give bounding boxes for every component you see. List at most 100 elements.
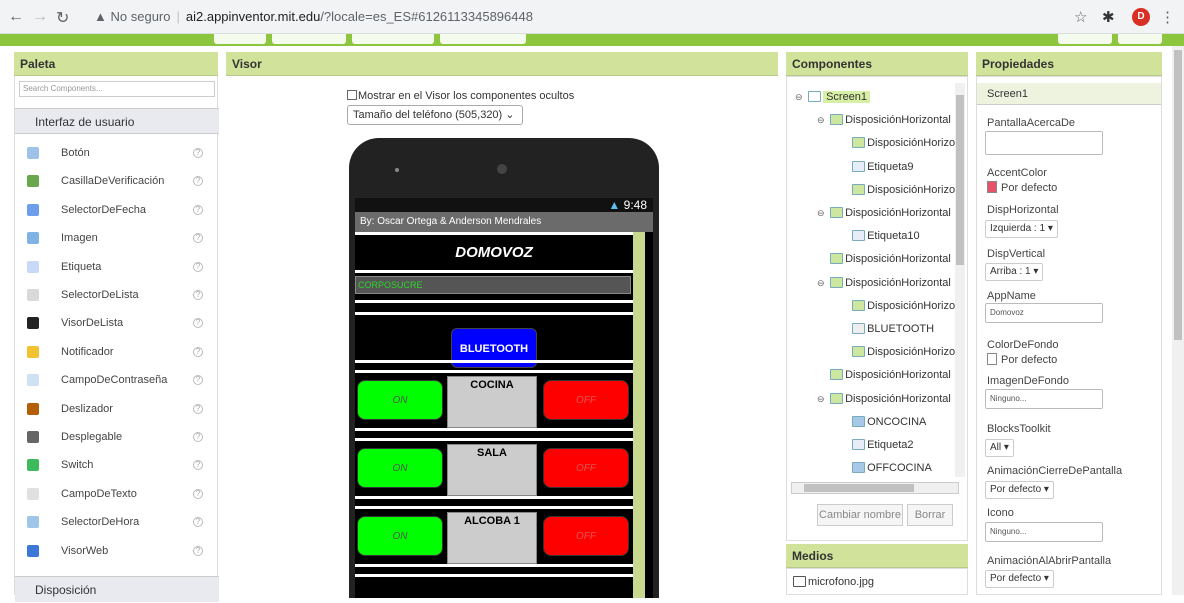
- palette-item[interactable]: CampoDeTexto?: [15, 481, 219, 509]
- tree-node[interactable]: BLUETOOTH: [839, 321, 934, 337]
- about-textarea[interactable]: [985, 131, 1103, 155]
- tree-node[interactable]: ⊖ Screen1: [795, 89, 871, 105]
- blocks-dropdown[interactable]: All ▾: [985, 439, 1014, 457]
- address-bar[interactable]: ▲ No seguro | ai2.appinventor.mit.edu/?loc…: [94, 5, 1134, 29]
- appname-input[interactable]: Domovoz: [985, 303, 1103, 323]
- show-hidden-checkbox[interactable]: Mostrar en el Visor los componentes ocul…: [347, 90, 574, 102]
- extension-icon[interactable]: ✱: [1102, 8, 1115, 26]
- tree-node[interactable]: DisposiciónHorizon: [839, 298, 961, 314]
- valign-dropdown[interactable]: Arriba : 1 ▾: [985, 263, 1044, 281]
- palette-item[interactable]: SelectorDeLista?: [15, 282, 219, 310]
- palette-item[interactable]: Notificador?: [15, 339, 219, 367]
- on-button[interactable]: ON: [357, 380, 443, 420]
- tree-horizontal-scrollbar[interactable]: [791, 482, 959, 494]
- tree-node[interactable]: DisposiciónHorizontal: [817, 251, 951, 267]
- toolbar-button[interactable]: [214, 34, 266, 44]
- tree-node[interactable]: OFFCOCINA: [839, 460, 932, 476]
- palette-item[interactable]: Botón?: [15, 140, 219, 168]
- collapse-icon[interactable]: ⊖: [817, 275, 827, 291]
- palette-item[interactable]: Etiqueta?: [15, 254, 219, 282]
- open-anim-dropdown[interactable]: Por defecto ▾: [985, 570, 1054, 588]
- help-icon[interactable]: ?: [193, 432, 203, 442]
- tree-node[interactable]: Etiqueta10: [839, 228, 920, 244]
- palette-category[interactable]: Interfaz de usuario: [15, 108, 219, 134]
- help-icon[interactable]: ?: [193, 460, 203, 471]
- help-icon[interactable]: ?: [193, 488, 203, 499]
- accent-value[interactable]: Por defecto: [987, 181, 1057, 194]
- forward-icon[interactable]: →: [32, 8, 48, 26]
- icon-input[interactable]: Ninguno...: [985, 522, 1103, 542]
- help-icon[interactable]: ?: [193, 204, 203, 215]
- close-anim-dropdown[interactable]: Por defecto ▾: [985, 481, 1054, 499]
- off-button[interactable]: OFF: [543, 516, 629, 556]
- on-button[interactable]: ON: [357, 516, 443, 556]
- tree-node[interactable]: ⊖ DisposiciónHorizontal: [817, 391, 951, 407]
- bgcolor-label: ColorDeFondo: [987, 339, 1059, 351]
- help-icon[interactable]: ?: [193, 403, 203, 414]
- app-toolbar: [0, 34, 1184, 46]
- help-icon[interactable]: ?: [193, 545, 203, 556]
- collapse-icon[interactable]: ⊖: [817, 112, 827, 128]
- phone-camera-icon: [497, 164, 507, 174]
- toolbar-button[interactable]: [440, 34, 526, 44]
- menu-icon[interactable]: ⋮: [1160, 8, 1175, 26]
- tree-node[interactable]: Etiqueta9: [839, 159, 914, 175]
- tree-node[interactable]: DisposiciónHorizon: [839, 135, 961, 151]
- off-button[interactable]: OFF: [543, 448, 629, 488]
- search-input[interactable]: Search Components...: [19, 81, 215, 97]
- bgimage-input[interactable]: Ninguno...: [985, 389, 1103, 409]
- checkbox-icon[interactable]: [347, 90, 357, 100]
- halign-dropdown[interactable]: Izquierda : 1 ▾: [985, 220, 1058, 238]
- off-button[interactable]: OFF: [543, 380, 629, 420]
- component-icon: [27, 544, 39, 557]
- palette-item[interactable]: Desplegable?: [15, 424, 219, 452]
- phone-scrollbar[interactable]: [633, 232, 645, 598]
- help-icon[interactable]: ?: [193, 176, 203, 187]
- palette-item[interactable]: SelectorDeHora?: [15, 509, 219, 537]
- collapse-icon[interactable]: ⊖: [795, 89, 805, 105]
- palette-item[interactable]: CampoDeContraseña?: [15, 367, 219, 395]
- tree-node[interactable]: DisposiciónHorizon: [839, 182, 961, 198]
- page-scrollbar[interactable]: [1172, 46, 1184, 595]
- tree-node[interactable]: ONCOCINA: [839, 414, 926, 430]
- bgcolor-value[interactable]: Por defecto: [987, 353, 1057, 366]
- avatar[interactable]: D: [1132, 8, 1150, 26]
- collapse-icon[interactable]: ⊖: [817, 205, 827, 221]
- tree-node[interactable]: DisposiciónHorizontal: [817, 367, 951, 383]
- rename-button[interactable]: Cambiar nombre: [817, 504, 903, 526]
- palette-item[interactable]: VisorDeLista?: [15, 310, 219, 338]
- help-icon[interactable]: ?: [193, 290, 203, 300]
- tree-node[interactable]: ⊖ DisposiciónHorizontal: [817, 112, 951, 128]
- palette-item[interactable]: CasillaDeVerificación?: [15, 168, 219, 196]
- delete-button[interactable]: Borrar: [907, 504, 953, 526]
- help-icon[interactable]: ?: [193, 517, 203, 528]
- tree-node[interactable]: Etiqueta2: [839, 437, 914, 453]
- star-icon[interactable]: ☆: [1074, 8, 1087, 26]
- help-icon[interactable]: ?: [193, 261, 203, 272]
- help-icon[interactable]: ?: [193, 346, 203, 357]
- help-icon[interactable]: ?: [193, 148, 203, 158]
- tree-node[interactable]: DisposiciónHorizon: [839, 344, 961, 360]
- tree-node[interactable]: ⊖ DisposiciónHorizontal: [817, 205, 951, 221]
- palette-item[interactable]: SelectorDeFecha?: [15, 197, 219, 225]
- phone-size-select[interactable]: Tamaño del teléfono (505,320) ⌄: [347, 105, 523, 125]
- toolbar-button[interactable]: [272, 34, 346, 44]
- palette-item[interactable]: VisorWeb?: [15, 538, 219, 566]
- tree-vertical-scrollbar[interactable]: [955, 83, 965, 477]
- help-icon[interactable]: ?: [193, 375, 203, 386]
- help-icon[interactable]: ?: [193, 318, 203, 329]
- palette-item[interactable]: Deslizador?: [15, 396, 219, 424]
- toolbar-button[interactable]: [352, 34, 434, 44]
- media-item[interactable]: microfono.jpg: [793, 574, 874, 590]
- help-icon[interactable]: ?: [193, 233, 203, 244]
- toolbar-button[interactable]: [1118, 34, 1162, 44]
- on-button[interactable]: ON: [357, 448, 443, 488]
- reload-icon[interactable]: ↻: [56, 8, 69, 28]
- collapse-icon[interactable]: ⊖: [817, 391, 827, 407]
- palette-item[interactable]: Switch?: [15, 452, 219, 480]
- palette-category-layout[interactable]: Disposición: [15, 576, 219, 602]
- toolbar-button[interactable]: [1058, 34, 1112, 44]
- back-icon[interactable]: ←: [8, 8, 24, 26]
- palette-item[interactable]: Imagen?: [15, 225, 219, 253]
- tree-node[interactable]: ⊖ DisposiciónHorizontal: [817, 275, 951, 291]
